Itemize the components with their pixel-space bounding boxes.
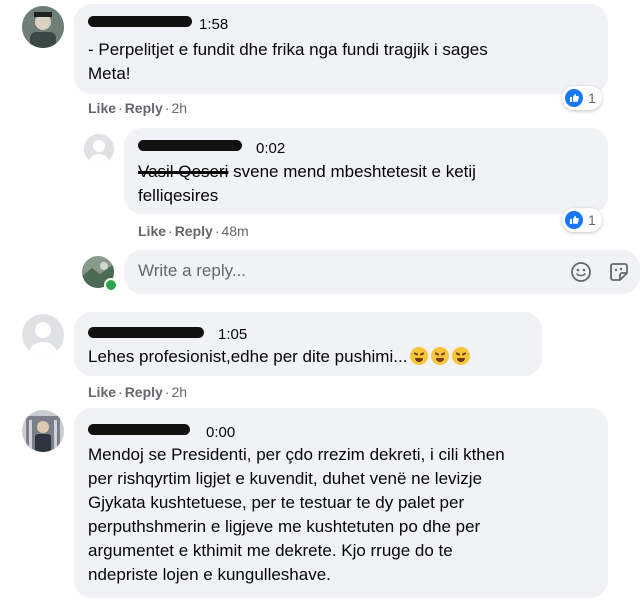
author-name-redacted[interactable] xyxy=(88,424,190,435)
author-name-redacted[interactable] xyxy=(138,140,242,151)
comment-bubble: 0:00 Mendoj se Presidenti, per çdo rrezi… xyxy=(74,408,608,598)
author-name-redacted[interactable] xyxy=(88,16,192,27)
reply-link[interactable]: Reply xyxy=(175,223,213,239)
like-reaction-icon xyxy=(565,89,583,107)
like-link[interactable]: Like xyxy=(138,223,166,239)
default-avatar-icon xyxy=(22,314,64,356)
tired-face-emoji-icon xyxy=(410,347,429,365)
separator-dot: · xyxy=(164,384,170,400)
comment-text: Vasil Qeseri svene mend mbeshtetesit e k… xyxy=(138,160,598,208)
comment-age[interactable]: 2h xyxy=(171,100,187,116)
comment-text: Mendoj se Presidenti, per çdo rrezim dek… xyxy=(88,445,505,584)
comment-bubble: 1:58 - Perpelitjet e fundit dhe frika ng… xyxy=(74,4,608,94)
comment-actions: Like · Reply · 2h xyxy=(88,384,187,400)
avatar[interactable] xyxy=(22,314,64,356)
separator-dot: · xyxy=(168,223,173,239)
comment-time: 0:00 xyxy=(206,424,236,441)
like-reaction-icon xyxy=(565,211,583,229)
reaction-count[interactable]: 1 xyxy=(562,208,602,232)
comment-text: Lehes profesionist,edhe per dite pushimi… xyxy=(88,345,538,369)
comment-time: 0:02 xyxy=(256,140,286,157)
avatar[interactable] xyxy=(22,410,64,452)
tired-face-emoji-icon xyxy=(431,347,450,365)
author-name-redacted[interactable] xyxy=(88,327,204,338)
comment-actions: Like · Reply · 48m xyxy=(138,223,249,239)
comment-age[interactable]: 2h xyxy=(171,384,187,400)
separator-dot: · xyxy=(214,223,220,239)
comment-age[interactable]: 48m xyxy=(221,223,248,239)
profile-photo-icon xyxy=(22,410,64,452)
comment-time: 1:58 xyxy=(199,16,229,33)
reaction-count[interactable]: 1 xyxy=(562,86,602,110)
comment-bubble: 1:05 Lehes profesionist,edhe per dite pu… xyxy=(74,312,542,376)
mention-link[interactable]: Vasil Qeseri xyxy=(138,162,228,181)
reply-link[interactable]: Reply xyxy=(125,384,163,400)
like-link[interactable]: Like xyxy=(88,100,116,116)
reply-input[interactable]: Write a reply... xyxy=(124,250,640,294)
default-avatar-icon xyxy=(84,134,114,164)
avatar[interactable] xyxy=(22,6,64,48)
separator-dot: · xyxy=(118,384,123,400)
tired-face-emoji-icon xyxy=(452,347,471,365)
reaction-count-label: 1 xyxy=(588,212,596,228)
online-status-dot xyxy=(104,278,118,292)
comment-time: 1:05 xyxy=(218,326,248,343)
comment-bubble: 0:02 Vasil Qeseri svene mend mbeshtetesi… xyxy=(124,128,608,214)
separator-dot: · xyxy=(164,100,170,116)
comment-actions: Like · Reply · 2h xyxy=(88,100,187,116)
like-link[interactable]: Like xyxy=(88,384,116,400)
reply-input-placeholder: Write a reply... xyxy=(138,261,247,280)
separator-dot: · xyxy=(118,100,123,116)
profile-photo-icon xyxy=(22,6,64,48)
reaction-count-label: 1 xyxy=(588,90,596,106)
emoji-icon[interactable] xyxy=(570,261,592,283)
comment-text-body: Lehes profesionist,edhe per dite pushimi… xyxy=(88,347,408,366)
reply-link[interactable]: Reply xyxy=(125,100,163,116)
comment-text: - Perpelitjet e fundit dhe frika nga fun… xyxy=(88,40,488,83)
sticker-icon[interactable] xyxy=(608,261,630,283)
avatar[interactable] xyxy=(84,134,114,164)
